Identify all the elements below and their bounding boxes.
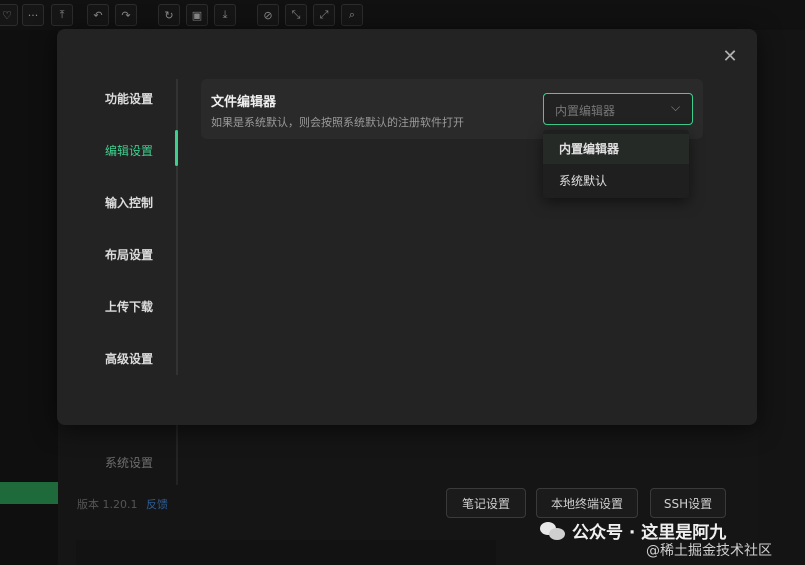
version-label: 版本 1.20.1 <box>77 498 138 511</box>
compass-icon[interactable]: ⊘ <box>257 4 279 26</box>
settings-modal: ✕ 功能设置 编辑设置 输入控制 布局设置 上传下载 高级设置 文件编辑器 如果… <box>57 29 757 425</box>
ssh-settings-button[interactable]: SSH设置 <box>650 488 726 518</box>
background-selected-item <box>0 482 58 504</box>
chevron-down-icon: ⌵ <box>671 100 681 114</box>
file-editor-dropdown: 内置编辑器 系统默认 <box>543 130 689 198</box>
save-icon[interactable]: ▣ <box>186 4 208 26</box>
redo-icon[interactable]: ↷ <box>115 4 137 26</box>
search-icon[interactable]: ⌕ <box>341 4 363 26</box>
close-icon[interactable]: ✕ <box>720 46 740 67</box>
nav-item-editor-settings[interactable]: 编辑设置 <box>105 142 153 159</box>
background-system-settings[interactable]: 系统设置 <box>105 454 153 471</box>
refresh-icon[interactable]: ↻ <box>158 4 180 26</box>
undo-icon[interactable]: ↶ <box>87 4 109 26</box>
nav-item-feature-settings[interactable]: 功能设置 <box>105 90 153 107</box>
wechat-icon <box>540 521 566 541</box>
feedback-link[interactable]: 反馈 <box>146 496 168 512</box>
select-value: 内置编辑器 <box>555 104 616 118</box>
expand-icon[interactable]: ⤢ <box>313 4 335 26</box>
watermark-source: @稀土掘金技术社区 <box>646 543 772 559</box>
file-editor-select[interactable]: 内置编辑器 ⌵ <box>543 93 693 125</box>
background-bottom-strip <box>76 540 496 565</box>
more-icon[interactable]: ··· <box>22 4 44 26</box>
nav-item-input-control[interactable]: 输入控制 <box>105 194 153 211</box>
setting-title: 文件编辑器 <box>211 95 277 110</box>
nav-divider <box>176 79 178 375</box>
background-nav-divider <box>176 425 178 485</box>
note-settings-button[interactable]: 笔记设置 <box>446 488 526 518</box>
nav-item-upload-download[interactable]: 上传下载 <box>105 298 153 315</box>
toolbar: ♡ ··· ⤒ ↶ ↷ ↻ ▣ ⤓ ⊘ ⤡ ⤢ ⌕ <box>0 0 805 30</box>
nav-item-layout-settings[interactable]: 布局设置 <box>105 246 153 263</box>
heart-icon[interactable]: ♡ <box>0 4 18 26</box>
dropdown-option-system-default[interactable]: 系统默认 <box>543 166 689 196</box>
upload-icon[interactable]: ⤒ <box>51 4 73 26</box>
download-icon[interactable]: ⤓ <box>214 4 236 26</box>
nav-active-indicator <box>175 130 178 166</box>
collapse-icon[interactable]: ⤡ <box>285 4 307 26</box>
local-terminal-settings-button[interactable]: 本地终端设置 <box>536 488 638 518</box>
dropdown-option-builtin-editor[interactable]: 内置编辑器 <box>543 134 689 164</box>
nav-item-advanced-settings[interactable]: 高级设置 <box>105 350 153 367</box>
setting-description: 如果是系统默认，则会按照系统默认的注册软件打开 <box>211 116 464 129</box>
